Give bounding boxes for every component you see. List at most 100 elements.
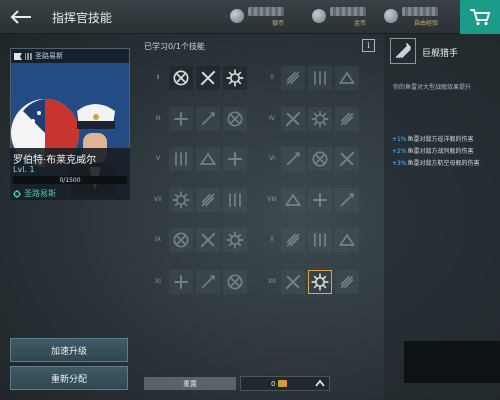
- skill-slot[interactable]: [281, 147, 305, 171]
- skill-slot[interactable]: [169, 270, 193, 294]
- skill-icon: [314, 233, 326, 247]
- silver-coin-icon: [230, 9, 244, 23]
- skill-effect: +1%鱼雷对敌方巡洋舰的伤害: [392, 136, 474, 143]
- skill-points-box: 0: [240, 376, 330, 391]
- skill-slot[interactable]: [308, 107, 332, 131]
- skill-icon: [174, 275, 188, 289]
- skill-slot[interactable]: [169, 147, 193, 171]
- skill-slot[interactable]: [169, 107, 193, 131]
- redistribute-button[interactable]: 重新分配: [10, 366, 128, 390]
- skill-slot[interactable]: [223, 270, 247, 294]
- skill-slot[interactable]: [308, 66, 332, 90]
- free-xp-currency: 自由经验: [384, 4, 438, 30]
- tier-label: II: [270, 74, 274, 81]
- skill-icon: [314, 71, 326, 85]
- skill-slot[interactable]: [335, 270, 359, 294]
- tier-label: XII: [268, 278, 276, 285]
- tier-label: X: [269, 236, 275, 243]
- chevron-up-icon[interactable]: [315, 379, 325, 387]
- skill-icon: [312, 151, 328, 167]
- skill-icon: [286, 233, 300, 247]
- portrait-header: 圣路易斯: [11, 49, 129, 63]
- skill-slot[interactable]: [223, 147, 247, 171]
- skill-slot[interactable]: [335, 147, 359, 171]
- skill-icon: [227, 111, 243, 127]
- tier-label: VII: [154, 196, 162, 203]
- skill-slot[interactable]: [196, 228, 220, 252]
- coin-icon: [278, 380, 288, 387]
- info-button[interactable]: i: [362, 39, 375, 52]
- skill-slot[interactable]: [281, 66, 305, 90]
- shop-button[interactable]: [460, 0, 500, 34]
- skill-slot[interactable]: [169, 228, 193, 252]
- currency-label: 自由经验: [413, 20, 438, 27]
- skill-slot[interactable]: [308, 228, 332, 252]
- reset-button[interactable]: 重置: [144, 377, 236, 390]
- skill-slot[interactable]: [223, 228, 247, 252]
- skill-slot[interactable]: [308, 147, 332, 171]
- currency-value-blurred: [402, 7, 438, 16]
- skill-slot[interactable]: [335, 66, 359, 90]
- skill-icon: [175, 152, 187, 166]
- torpedo-icon: [395, 42, 412, 59]
- tier-label: VI: [269, 155, 275, 162]
- current-ship[interactable]: 圣路易斯: [13, 188, 56, 199]
- skill-slot[interactable]: [196, 107, 220, 131]
- skill-slot[interactable]: [281, 270, 305, 294]
- skill-slot[interactable]: [169, 188, 193, 212]
- back-button[interactable]: [4, 4, 38, 30]
- skill-icon: [286, 71, 300, 85]
- skill-slot[interactable]: [308, 188, 332, 212]
- skill-icon: [340, 193, 354, 207]
- skill-slot[interactable]: [196, 66, 220, 90]
- currency-value-blurred: [248, 7, 284, 16]
- skill-slot[interactable]: [308, 270, 332, 294]
- ship-gear-icon: [13, 189, 21, 198]
- skill-slot[interactable]: [335, 107, 359, 131]
- skill-slot[interactable]: [196, 270, 220, 294]
- shopping-cart-icon: [470, 9, 491, 26]
- skill-icon: [338, 233, 356, 246]
- skill-icon: [339, 151, 355, 167]
- skill-points-value: 0: [271, 379, 276, 388]
- top-bar: 指挥官技能 银币 金币 自由经验: [0, 0, 500, 34]
- currency-label: 金币: [353, 20, 366, 27]
- skill-icon: [200, 232, 216, 248]
- skill-slot[interactable]: [335, 188, 359, 212]
- skill-slot[interactable]: [223, 107, 247, 131]
- current-ship-name: 圣路易斯: [24, 189, 56, 198]
- skill-icon: [311, 273, 329, 291]
- skill-icon: [172, 191, 190, 209]
- skill-slot[interactable]: [281, 107, 305, 131]
- skill-slot[interactable]: [335, 228, 359, 252]
- skill-icon: [173, 70, 189, 86]
- flag-icon: [14, 52, 22, 60]
- tier-label: V: [155, 155, 161, 162]
- skill-icon: [340, 275, 354, 289]
- skill-slot[interactable]: [196, 188, 220, 212]
- gold-coin-icon: [312, 9, 326, 23]
- skill-slot[interactable]: [281, 228, 305, 252]
- xp-text: 0/1500: [59, 176, 81, 184]
- skill-icon: [226, 231, 244, 249]
- skill-icon: [173, 232, 189, 248]
- overlay-panel: [404, 341, 500, 383]
- gold-currency: 金币: [312, 4, 366, 30]
- skill-icon: [200, 70, 216, 86]
- skill-icon: [229, 193, 241, 207]
- skill-icon: [174, 112, 188, 126]
- selected-skill-description: 你的鱼雷对大型战舰效果提升: [393, 84, 472, 91]
- selected-skill-icon: [390, 38, 416, 64]
- skill-icon: [228, 152, 242, 166]
- skill-icon: [285, 274, 301, 290]
- skill-slot[interactable]: [169, 66, 193, 90]
- selected-skill-title: 巨舰猎手: [422, 49, 459, 59]
- skill-slot[interactable]: [223, 188, 247, 212]
- accelerate-button[interactable]: 加速升级: [10, 338, 128, 362]
- skill-slot[interactable]: [196, 147, 220, 171]
- portrait-ship-label: 圣路易斯: [35, 52, 63, 60]
- tier-label: VIII: [267, 196, 277, 203]
- skill-icon: [311, 110, 329, 128]
- skill-slot[interactable]: [281, 188, 305, 212]
- skill-slot[interactable]: [223, 66, 247, 90]
